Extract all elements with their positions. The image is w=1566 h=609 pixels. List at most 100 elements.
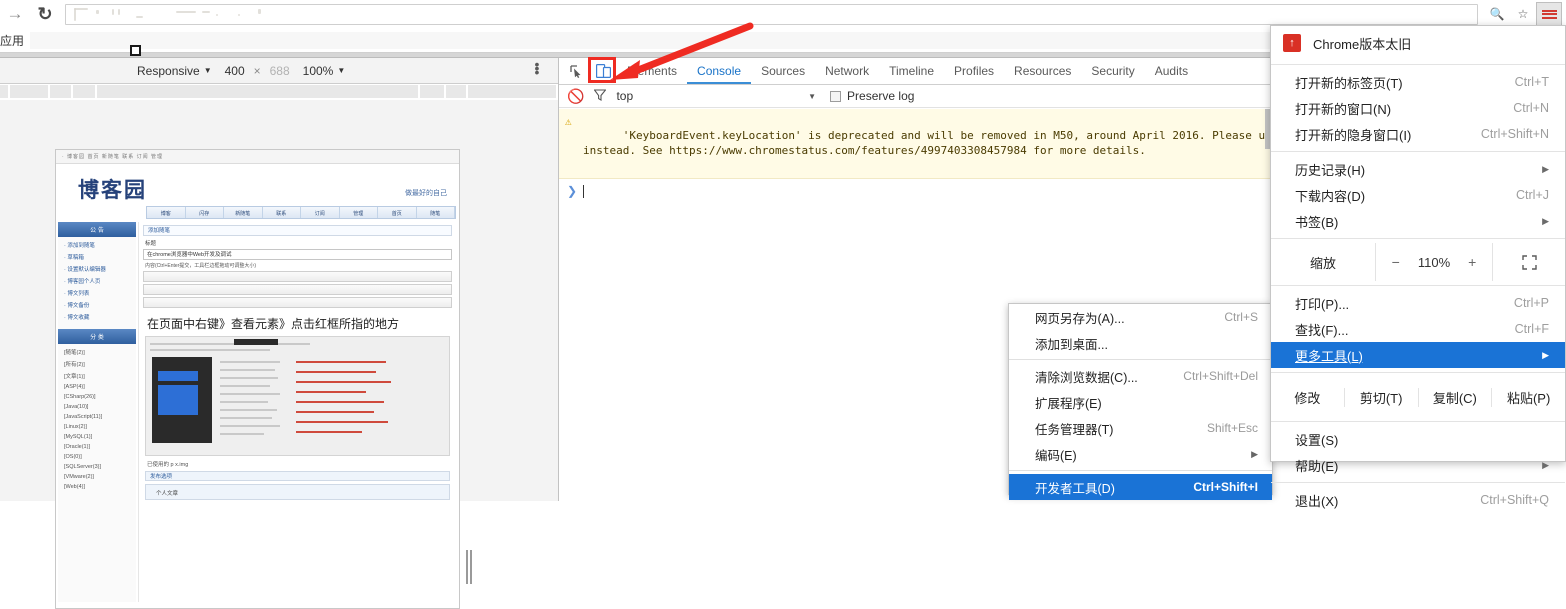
sidebar-link[interactable]: · 博文备份	[58, 299, 136, 311]
sidebar-link[interactable]: · 博文收藏	[58, 311, 136, 323]
site-nav-tab[interactable]: 管理	[340, 207, 378, 218]
site-nav-tab[interactable]: 新随笔	[224, 207, 263, 218]
device-horizontal-resize-handle[interactable]	[461, 149, 467, 609]
menu-item-add-to-desktop[interactable]: 添加到桌面...	[1009, 330, 1272, 356]
sidebar-category[interactable]: [Linux(2)]	[58, 422, 136, 432]
sidebar-category[interactable]: [Java(10)]	[58, 402, 136, 412]
sidebar-link[interactable]: · 博文列表	[58, 287, 136, 299]
editor-toolbar-row3[interactable]	[143, 297, 452, 308]
fullscreen-icon[interactable]	[1493, 254, 1565, 270]
vertical-dots-icon[interactable]: • • •	[530, 57, 544, 79]
editor-title-input[interactable]: 在chrome浏览器中Web开发及调试	[143, 249, 452, 260]
menu-item-encoding[interactable]: 编码(E) ▶	[1009, 441, 1272, 467]
tab-audits[interactable]: Audits	[1145, 58, 1198, 84]
tab-timeline[interactable]: Timeline	[879, 58, 944, 84]
sidebar-category[interactable]: [JavaScript(11)]	[58, 412, 136, 422]
emulated-page[interactable]: · 博客园 首页 新随笔 联系 订阅 管理 博客园 做最好的自己 博客 闪存 新…	[55, 149, 460, 609]
menu-item-settings[interactable]: 设置(S)	[1271, 426, 1565, 452]
menu-item-new-window[interactable]: 打开新的窗口(N) Ctrl+N	[1271, 95, 1565, 121]
zoom-out-button[interactable]: −	[1392, 254, 1400, 270]
device-width-input[interactable]: 400	[218, 64, 252, 78]
tab-resources[interactable]: Resources	[1004, 58, 1081, 84]
sidebar-category[interactable]: [CSharp(26)]	[58, 392, 136, 402]
sidebar-category[interactable]: [ASP(4)]	[58, 382, 136, 392]
sidebar-category[interactable]: [Oracle(1)]	[58, 442, 136, 452]
site-nav-tab[interactable]: 联系	[263, 207, 301, 218]
menu-item-exit[interactable]: 退出(X) Ctrl+Shift+Q	[1271, 487, 1565, 513]
inspect-element-icon[interactable]	[563, 59, 590, 83]
menu-item-history[interactable]: 历史记录(H) ▶	[1271, 156, 1565, 182]
sidebar-link[interactable]: · 草稿箱	[58, 251, 136, 263]
site-nav-tab[interactable]: 博客	[147, 207, 186, 218]
sidebar-category[interactable]: [SQLServer(3)]	[58, 462, 136, 472]
site-nav-tab[interactable]: 随笔	[417, 207, 455, 218]
editor-toolbar-row2[interactable]	[143, 284, 452, 295]
tab-network[interactable]: Network	[815, 58, 879, 84]
menu-item-new-incognito-window[interactable]: 打开新的隐身窗口(I) Ctrl+Shift+N	[1271, 121, 1565, 147]
menu-item-new-tab[interactable]: 打开新的标签页(T) Ctrl+T	[1271, 69, 1565, 95]
sidebar-category[interactable]: [Web(4)]	[58, 482, 136, 492]
menu-item-more-tools[interactable]: 更多工具(L) ▶	[1271, 342, 1565, 368]
site-nav-tabs[interactable]: 博客 闪存 新随笔 联系 订阅 管理 首页 随笔	[146, 206, 456, 219]
filter-funnel-icon[interactable]	[593, 88, 608, 104]
zoom-search-icon[interactable]: 🔍	[1484, 2, 1510, 26]
sidebar-category[interactable]: [所有(2)]	[58, 358, 136, 370]
cut-button[interactable]: 剪切(T)	[1345, 387, 1419, 407]
menu-item-task-manager[interactable]: 任务管理器(T) Shift+Esc	[1009, 415, 1272, 441]
splitter-handle[interactable]	[130, 45, 141, 56]
tab-sources[interactable]: Sources	[751, 58, 815, 84]
device-preset-select[interactable]: Responsive ▼	[131, 64, 218, 78]
menu-item-print[interactable]: 打印(P)... Ctrl+P	[1271, 290, 1565, 316]
sidebar-category[interactable]: [OS(0)]	[58, 452, 136, 462]
paste-button[interactable]: 粘贴(P)	[1492, 388, 1565, 407]
menu-item-clear-browsing-data[interactable]: 清除浏览数据(C)... Ctrl+Shift+Del	[1009, 363, 1272, 389]
menu-item-downloads[interactable]: 下载内容(D) Ctrl+J	[1271, 182, 1565, 208]
zoom-in-button[interactable]: +	[1468, 254, 1476, 270]
preserve-log-toggle[interactable]: Preserve log	[830, 89, 914, 103]
sidebar-link[interactable]: · 博客园个人页	[58, 275, 136, 287]
tab-elements[interactable]: Elements	[617, 58, 687, 84]
hamburger-menu-icon[interactable]	[1536, 2, 1562, 26]
editor-content-label: 内容(Ctrl+Enter提交，工具栏边框拖动可调整大小)	[145, 263, 256, 269]
address-bar-input[interactable]	[65, 3, 1478, 25]
toggle-device-toolbar-icon[interactable]	[590, 59, 617, 83]
site-nav-tab[interactable]: 订阅	[301, 207, 340, 218]
site-nav-tab[interactable]: 闪存	[186, 207, 224, 218]
menu-item-developer-tools[interactable]: 开发者工具(D) Ctrl+Shift+I	[1009, 474, 1272, 500]
device-zoom-select[interactable]: 100% ▼	[297, 64, 352, 78]
menu-item-find[interactable]: 查找(F)... Ctrl+F	[1271, 316, 1565, 342]
tab-profiles[interactable]: Profiles	[944, 58, 1004, 84]
sidebar-category[interactable]: [VMware(2)]	[58, 472, 136, 482]
device-height-input[interactable]: 688	[263, 64, 297, 78]
console-context-selector[interactable]: top	[616, 89, 633, 103]
preserve-log-checkbox[interactable]	[830, 90, 842, 102]
sidebar-category[interactable]: [随笔(2)]	[58, 346, 136, 358]
menu-item-help[interactable]: 帮助(E) ▶	[1271, 452, 1565, 478]
menu-item-bookmarks[interactable]: 书签(B) ▶	[1271, 208, 1565, 234]
console-prompt[interactable]: ❯	[559, 179, 1271, 199]
tab-console[interactable]: Console	[687, 58, 752, 84]
console-warning-message: ⚠ 'KeyboardEvent.keyLocation' is deprecat…	[559, 109, 1271, 179]
menu-item-save-page-as[interactable]: 网页另存为(A)... Ctrl+S	[1009, 304, 1272, 330]
sidebar-category[interactable]: [文章(1)]	[58, 370, 136, 382]
copy-button[interactable]: 复制(C)	[1419, 387, 1493, 407]
menu-item-extensions[interactable]: 扩展程序(E)	[1009, 389, 1272, 415]
sidebar-link[interactable]: · 设置默认编辑器	[58, 263, 136, 275]
sidebar-category[interactable]: [MySQL(1)]	[58, 432, 136, 442]
forward-arrow-icon[interactable]: →	[0, 1, 30, 27]
tab-security[interactable]: Security	[1081, 58, 1144, 84]
menu-separator	[1271, 372, 1565, 373]
editor-toolbar-row1[interactable]	[143, 271, 452, 282]
publish-options-section[interactable]: 发布选项	[145, 471, 450, 481]
clear-console-icon[interactable]: 🚫	[567, 88, 584, 105]
publish-option-item[interactable]: 个人文章	[145, 484, 450, 500]
bookmarks-apps-label[interactable]: 应用	[0, 32, 24, 49]
sidebar-link[interactable]: · 添加到随笔	[58, 239, 136, 251]
chrome-update-banner[interactable]: ↑ Chrome版本太旧	[1271, 26, 1565, 60]
site-nav-tab[interactable]: 首页	[378, 207, 417, 218]
menu-separator	[1271, 482, 1565, 483]
star-icon[interactable]: ☆	[1510, 2, 1536, 26]
device-vertical-resize-handle[interactable]	[466, 550, 475, 584]
reload-icon[interactable]: ↻	[30, 1, 60, 27]
chevron-down-icon[interactable]: ▼	[808, 92, 816, 101]
